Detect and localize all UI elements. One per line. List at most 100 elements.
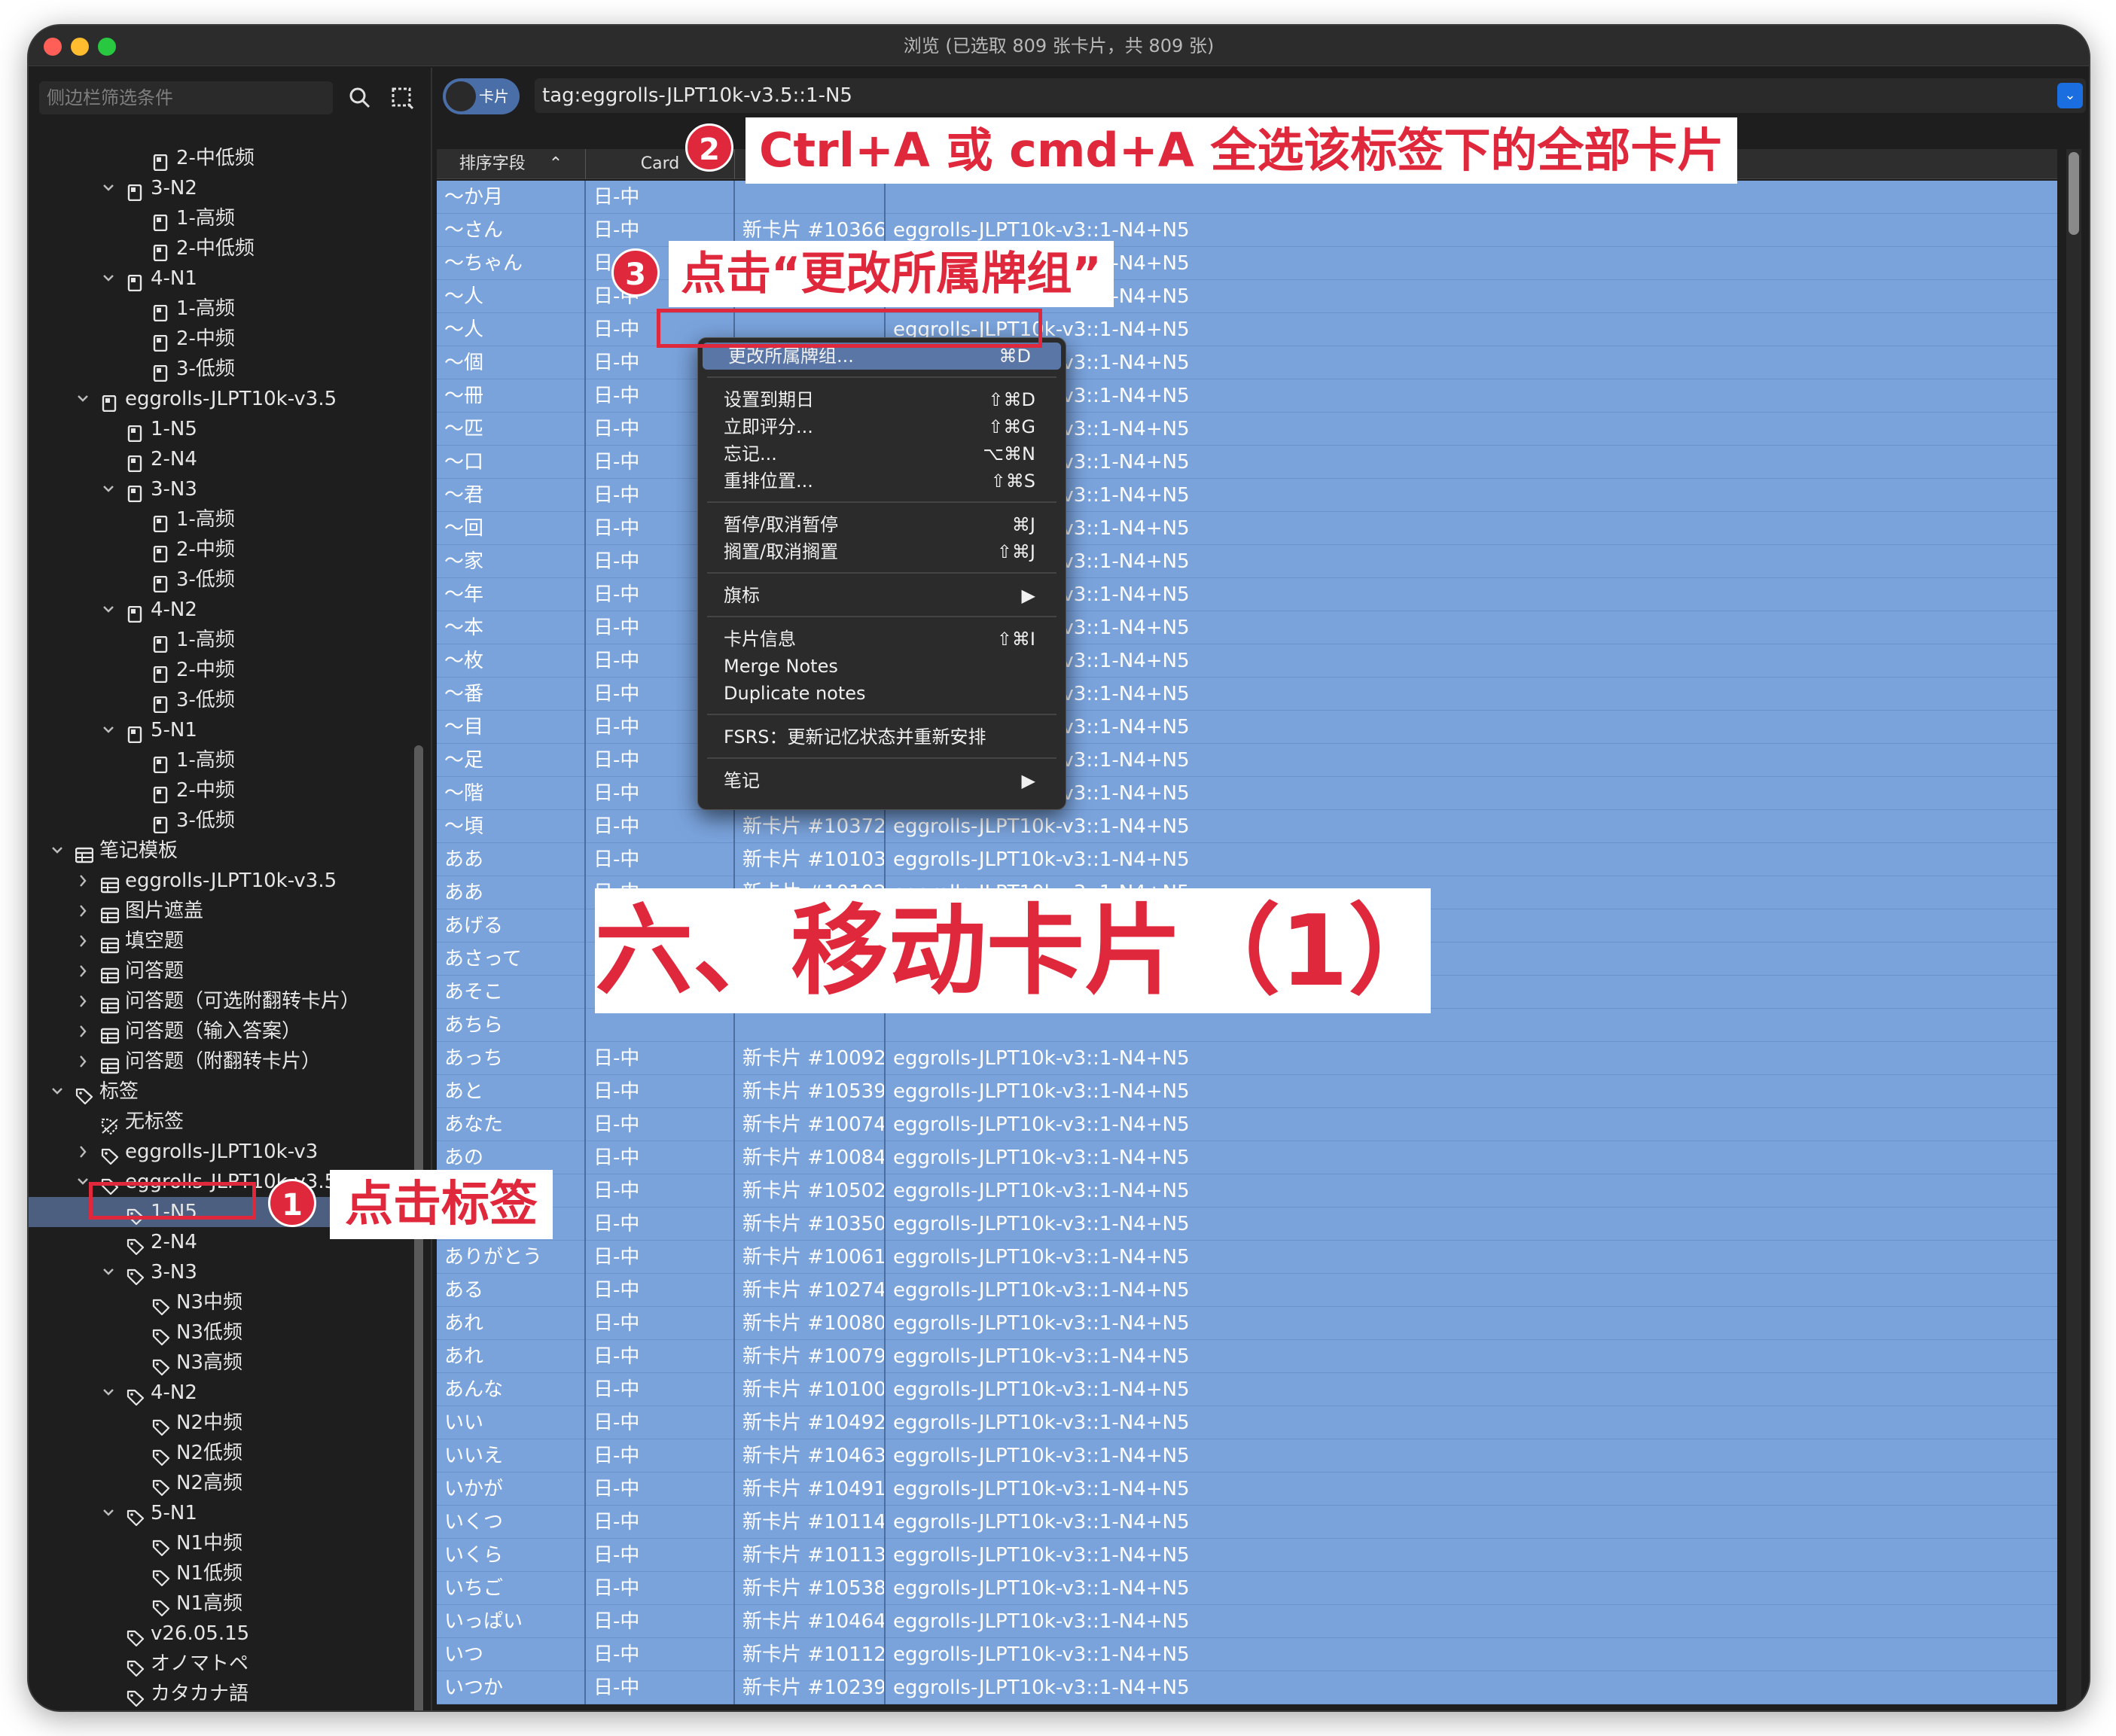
sidebar-item[interactable]: 4-N1 [29,263,405,294]
sidebar-item[interactable]: 2-中低频 [29,233,405,263]
search-query-input[interactable]: tag:eggrolls-JLPT10k-v3.5::1-N5 ⌄ [535,78,2086,113]
menu-item[interactable]: 暂停/取消暂停 ⌘J [698,511,1066,538]
sidebar-item[interactable]: 2-中低频 [29,143,405,173]
table-row[interactable]: あのう日-中新卡片 #10502eggrolls-JLPT10k-v3::1-N… [437,1174,2057,1208]
sidebar-item[interactable]: 3-低频 [29,806,405,836]
sidebar-item[interactable]: N3低频 [29,1317,405,1348]
sidebar-item[interactable]: N1高频 [29,1588,405,1619]
chevron-down-icon[interactable] [101,474,116,504]
menu-item[interactable]: 忘记... ⌥⌘N [698,440,1066,468]
sidebar-item[interactable]: カタカナ語 [29,1679,405,1709]
chevron-down-icon[interactable] [101,263,116,294]
chevron-right-icon[interactable] [75,956,90,986]
table-row[interactable]: 〜か月 日-中 [437,181,2057,214]
sidebar-item[interactable]: 无标签 [29,1107,405,1137]
menu-item[interactable]: 设置到期日 ⇧⌘D [698,386,1066,413]
sidebar-item[interactable]: 4-N2 [29,595,405,625]
chevron-down-icon[interactable] [50,1077,65,1107]
menu-item[interactable]: 旗标 ▶ [698,582,1066,609]
sidebar-item[interactable]: 2-中频 [29,535,405,565]
menu-item[interactable]: Merge Notes [698,653,1066,680]
table-row[interactable]: あまり日-中新卡片 #10350eggrolls-JLPT10k-v3::1-N… [437,1208,2057,1241]
chevron-down-icon[interactable] [101,715,116,745]
table-row[interactable]: あの 日-中 新卡片 #10084 eggrolls-JLPT10k-v3::1-N4… [437,1141,2057,1174]
sidebar-item[interactable]: N1中频 [29,1528,405,1558]
sidebar-item[interactable]: 1-高频 [29,625,405,655]
table-row[interactable]: 〜個日-中eggrolls-JLPT10k-v3::1-N4+N5 [437,346,2057,379]
menu-item[interactable]: FSRS：更新记忆状态并重新安排 [698,723,1066,751]
table-row[interactable]: ありがとう 日-中 新卡片 #10061 eggrolls-JLPT10k-v3::1… [437,1241,2057,1274]
sidebar-item[interactable]: N1低频 [29,1558,405,1588]
table-row[interactable]: ああ 日-中 新卡片 #10103 eggrolls-JLPT10k-v3::1-N4… [437,843,2057,876]
table-scrollbar[interactable] [2066,149,2081,1710]
table-row[interactable]: 〜口日-中eggrolls-JLPT10k-v3::1-N4+N5 [437,446,2057,479]
sidebar-item[interactable]: 问答题 [29,956,405,986]
chevron-right-icon[interactable] [75,986,90,1016]
chevron-right-icon[interactable] [75,1016,90,1046]
sidebar-item[interactable]: 5-N1 [29,1498,405,1528]
table-row[interactable]: 〜家日-中eggrolls-JLPT10k-v3::1-N4+N5 [437,545,2057,578]
chevron-right-icon[interactable] [75,866,90,896]
table-row[interactable]: あれ 日-中 新卡片 #10079 eggrolls-JLPT10k-v3::1-N4… [437,1340,2057,1373]
cards-notes-toggle[interactable]: 卡片 [443,78,520,114]
table-row[interactable]: あれ 日-中 新卡片 #10080 eggrolls-JLPT10k-v3::1-N4… [437,1307,2057,1340]
sidebar-item[interactable]: 2-N4 [29,444,405,474]
table-row[interactable]: いつ 日-中 新卡片 #10112 eggrolls-JLPT10k-v3::1-N4… [437,1638,2057,1671]
sidebar-item[interactable]: 3-N3 [29,474,405,504]
sidebar-item[interactable]: N3中频 [29,1287,405,1317]
table-row[interactable]: 〜番日-中eggrolls-JLPT10k-v3::1-N4+N5 [437,678,2057,711]
sidebar-item[interactable]: 1-高频 [29,504,405,535]
chevron-right-icon[interactable] [75,926,90,956]
sidebar-item[interactable]: 1-高频 [29,203,405,233]
chevron-down-icon[interactable] [101,595,116,625]
table-row[interactable]: 〜本日-中eggrolls-JLPT10k-v3::1-N4+N5 [437,611,2057,644]
table-row[interactable]: 〜君日-中eggrolls-JLPT10k-v3::1-N4+N5 [437,479,2057,512]
chevron-down-icon[interactable] [101,1257,116,1287]
sidebar-item[interactable]: 3-低频 [29,354,405,384]
table-row[interactable]: いい 日-中 新卡片 #10492 eggrolls-JLPT10k-v3::1-N4… [437,1406,2057,1439]
chevron-down-icon[interactable]: ⌄ [2057,83,2083,108]
table-row[interactable]: あんな 日-中 新卡片 #10100 eggrolls-JLPT10k-v3::1-N… [437,1373,2057,1406]
sidebar-item[interactable]: v26.05.15 [29,1619,405,1649]
chevron-down-icon[interactable] [101,173,116,203]
table-row[interactable]: いちご 日-中 新卡片 #10538 eggrolls-JLPT10k-v3::1-N… [437,1572,2057,1605]
table-row[interactable]: 〜回日-中eggrolls-JLPT10k-v3::1-N4+N5 [437,512,2057,545]
table-row[interactable]: 〜頃 日-中 新卡片 #10372 eggrolls-JLPT10k-v3::1-N4… [437,810,2057,843]
sidebar-item[interactable]: 填空题 [29,926,405,956]
sidebar-item[interactable]: N2中频 [29,1408,405,1438]
chevron-right-icon[interactable] [75,1046,90,1077]
table-row[interactable]: 〜目日-中eggrolls-JLPT10k-v3::1-N4+N5 [437,711,2057,744]
table-row[interactable]: 〜冊日-中eggrolls-JLPT10k-v3::1-N4+N5 [437,379,2057,413]
menu-item[interactable]: Duplicate notes [698,680,1066,707]
table-row[interactable]: 〜匹日-中eggrolls-JLPT10k-v3::1-N4+N5 [437,413,2057,446]
search-icon[interactable] [343,81,377,114]
sidebar-item[interactable]: 4-N2 [29,1378,405,1408]
sidebar-item[interactable]: 问答题（附翻转卡片） [29,1046,405,1077]
table-row[interactable]: あなた 日-中 新卡片 #10074 eggrolls-JLPT10k-v3::1-N… [437,1108,2057,1141]
menu-item[interactable]: 重排位置... ⇧⌘S [698,468,1066,495]
sidebar-item[interactable]: 问答题（输入答案） [29,1016,405,1046]
sidebar-item[interactable]: 2-中频 [29,655,405,685]
sidebar-search-input[interactable]: 侧边栏筛选条件 [39,81,333,114]
table-row[interactable]: 〜年日-中eggrolls-JLPT10k-v3::1-N4+N5 [437,578,2057,611]
sidebar-item[interactable]: 标签 [29,1077,405,1107]
table-row[interactable]: いくつ 日-中 新卡片 #10114 eggrolls-JLPT10k-v3::1-N… [437,1506,2057,1539]
sidebar-item[interactable]: eggrolls-JLPT10k-v3.5 [29,384,405,414]
sidebar-item[interactable]: 问答题（可选附翻转卡片） [29,986,405,1016]
chevron-down-icon[interactable] [50,836,65,866]
sidebar-item[interactable]: 2-中频 [29,775,405,806]
sidebar-item[interactable]: N2低频 [29,1438,405,1468]
chevron-down-icon[interactable] [75,384,90,414]
sidebar-item[interactable]: 5-N1 [29,715,405,745]
menu-item[interactable]: 笔记 ▶ [698,767,1066,794]
menu-item[interactable]: 卡片信息 ⇧⌘I [698,626,1066,653]
sidebar-item[interactable]: 3-N3 [29,1257,405,1287]
scrollbar-thumb[interactable] [2069,152,2079,235]
chevron-down-icon[interactable] [101,1378,116,1408]
chevron-right-icon[interactable] [75,896,90,926]
sidebar-item[interactable]: 3-低频 [29,565,405,595]
sidebar-item[interactable]: 1-高频 [29,294,405,324]
sidebar-item[interactable]: N3高频 [29,1348,405,1378]
table-row[interactable]: あちら [437,1009,2057,1042]
chevron-right-icon[interactable] [75,1137,90,1167]
